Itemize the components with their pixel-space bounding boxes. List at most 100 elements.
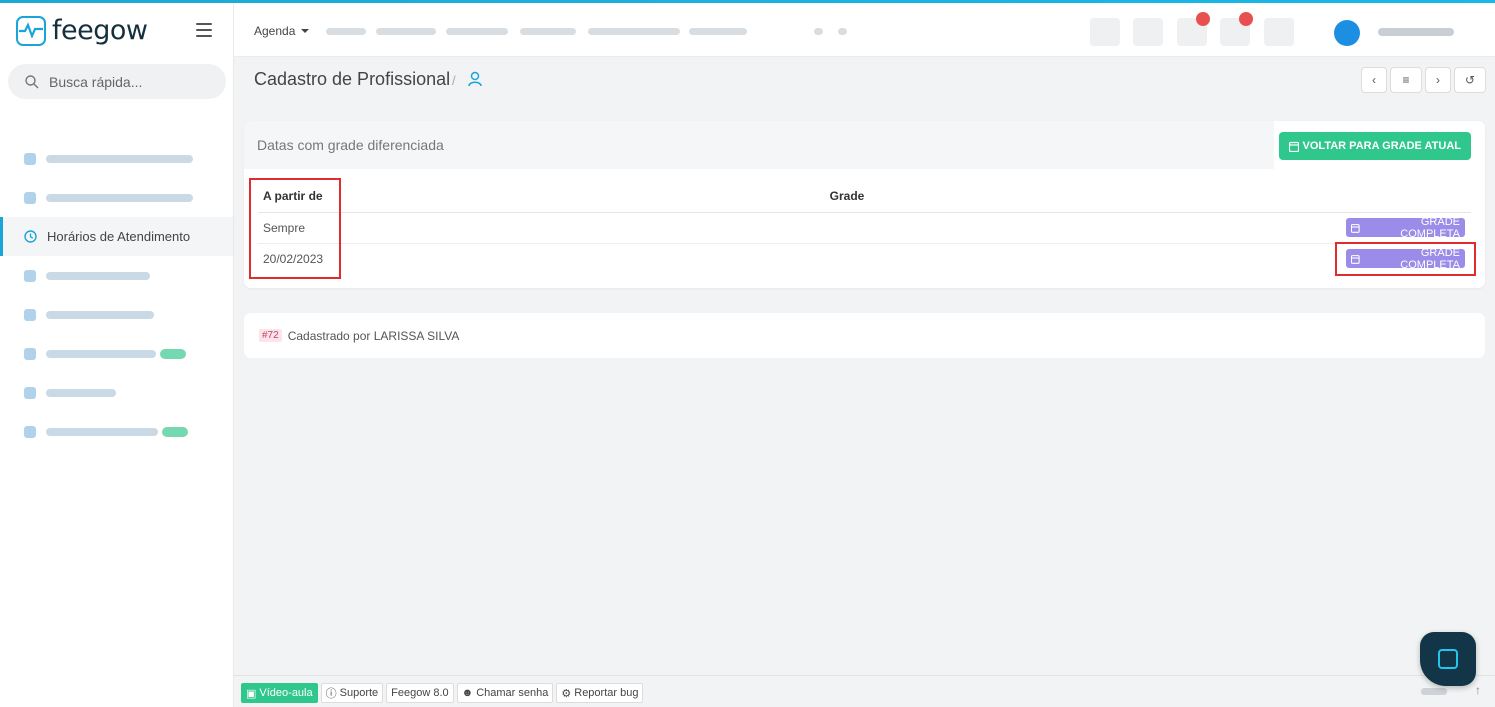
integration-icon xyxy=(24,347,36,360)
next-button[interactable]: › xyxy=(1425,67,1451,93)
sidebar-item-horarios[interactable]: Horários de Atendimento xyxy=(0,217,233,256)
search-placeholder: Busca rápida... xyxy=(49,73,143,90)
video-aula-button[interactable]: ▣ Vídeo-aula xyxy=(241,683,318,703)
heartbeat-logo-icon xyxy=(16,15,46,46)
feegow-logo[interactable]: feegow xyxy=(16,15,148,46)
version-text: Feegow 8.0 xyxy=(391,687,449,699)
grade-panel: Datas com grade diferenciada VOLTAR PARA… xyxy=(244,121,1485,288)
reportar-bug-button[interactable]: ⚙ Reportar bug xyxy=(556,683,644,703)
menu-item-blurred[interactable] xyxy=(446,28,508,35)
help-icon: ⓘ xyxy=(325,688,337,700)
record-info: #72 Cadastrado por LARISSA SILVA xyxy=(244,313,1485,358)
sidebar-item-label: Horários de Atendimento xyxy=(47,229,191,244)
google-icon xyxy=(24,308,36,321)
list-icon: ≡ xyxy=(1402,73,1410,87)
chamar-senha-label: Chamar senha xyxy=(476,687,549,699)
video-aula-label: Vídeo-aula xyxy=(259,687,313,699)
tool-button-5[interactable] xyxy=(1264,18,1294,46)
menu-item-blurred[interactable] xyxy=(838,28,847,35)
history-button[interactable]: ↺ xyxy=(1454,67,1486,93)
sidebar: feegow Busca rápida... Horários de Atend… xyxy=(0,3,234,707)
floating-action-button[interactable] xyxy=(1420,632,1476,686)
chamar-senha-button[interactable]: ☻ Chamar senha xyxy=(456,683,554,703)
search-icon xyxy=(25,74,39,88)
video-icon: ▣ xyxy=(246,687,257,700)
clock-icon xyxy=(24,230,37,243)
menu-item-blurred[interactable] xyxy=(588,28,680,35)
menu-item-blurred[interactable] xyxy=(689,28,747,35)
bug-icon: ⚙ xyxy=(561,687,572,700)
suporte-label: Suporte xyxy=(339,687,379,699)
menu-item-blurred[interactable] xyxy=(376,28,436,35)
new-badge xyxy=(160,348,186,359)
menu-agenda-label: Agenda xyxy=(254,24,296,38)
menu-item-blurred[interactable] xyxy=(814,28,823,35)
scroll-top-icon[interactable]: ↑ xyxy=(1469,683,1487,701)
tool-button-2[interactable] xyxy=(1133,18,1163,46)
sidebar-item-blurred-7[interactable] xyxy=(0,412,233,451)
avatar[interactable] xyxy=(1334,20,1360,46)
sidebar-item-blurred-4[interactable] xyxy=(0,295,233,334)
user-icon xyxy=(24,152,36,165)
grade-completa-label: GRADE COMPLETA xyxy=(1400,215,1460,240)
logo-text: feegow xyxy=(52,15,148,46)
footer: ▣ Vídeo-aula ⓘ Suporte Feegow 8.0 ☻ Chamar … xyxy=(234,675,1495,707)
search-input[interactable]: Busca rápida... xyxy=(8,64,226,99)
calendar-icon xyxy=(1351,223,1360,233)
calendar-icon xyxy=(1288,141,1299,152)
page-title: Cadastro de Profissional xyxy=(254,69,451,89)
highlight-box-date-column xyxy=(249,178,341,279)
alerts-button[interactable] xyxy=(1220,12,1253,46)
new-badge xyxy=(162,426,188,437)
column-header-grade: Grade xyxy=(348,181,1341,213)
tool-button-1[interactable] xyxy=(1090,18,1120,46)
grade-completa-button[interactable]: GRADE COMPLETA xyxy=(1346,215,1465,240)
share-icon xyxy=(24,425,36,438)
previous-button[interactable]: ‹ xyxy=(1361,67,1387,93)
sidebar-nav: Horários de Atendimento xyxy=(0,139,233,451)
key-icon xyxy=(24,269,36,282)
menu-item-blurred[interactable] xyxy=(326,28,366,35)
table-row: Sempre GRADE COMPLETA xyxy=(258,212,1471,244)
record-id-badge: #72 xyxy=(259,329,282,342)
menu-agenda[interactable]: Agenda xyxy=(254,24,310,38)
grade-table: A partir de Grade Sempre GRADE COMPLETA … xyxy=(258,181,1471,274)
chevron-left-icon: ‹ xyxy=(1372,73,1376,87)
panel-header: Datas com grade diferenciada VOLTAR PARA… xyxy=(244,121,1485,169)
sidebar-item-blurred-1[interactable] xyxy=(0,139,233,178)
history-icon: ↺ xyxy=(1464,73,1476,87)
chevron-right-icon: › xyxy=(1436,73,1440,87)
alert-badge xyxy=(1239,12,1253,26)
top-navigation: Agenda xyxy=(234,3,1495,57)
highlight-box-grade-button xyxy=(1335,242,1476,276)
footer-blurred-text xyxy=(1421,688,1447,695)
notification-badge xyxy=(1196,12,1210,26)
page-header: Cadastro de Profissional / ‹ ≡ › ↺ xyxy=(234,58,1495,104)
user-icon xyxy=(468,71,482,87)
table-header-row: A partir de Grade xyxy=(258,181,1471,213)
table-row: 20/02/2023 GRADE COMPLETA xyxy=(258,243,1471,274)
notifications-button[interactable] xyxy=(1177,12,1210,46)
stethoscope-icon xyxy=(24,191,36,204)
sidebar-item-blurred-6[interactable] xyxy=(0,373,233,412)
version-label: Feegow 8.0 xyxy=(386,683,454,703)
voltar-grade-atual-button[interactable]: VOLTAR PARA GRADE ATUAL xyxy=(1278,132,1471,160)
sidebar-item-blurred-2[interactable] xyxy=(0,178,233,217)
created-by-text: Cadastrado por LARISSA SILVA xyxy=(287,328,460,343)
menu-item-blurred[interactable] xyxy=(520,28,576,35)
chevron-down-icon xyxy=(301,29,310,33)
panel-title: Datas com grade diferenciada xyxy=(257,137,444,153)
record-navigation: ‹ ≡ › ↺ xyxy=(1361,67,1486,93)
reportar-bug-label: Reportar bug xyxy=(574,687,639,699)
chat-widget-icon xyxy=(1438,649,1458,669)
user-name-blurred[interactable] xyxy=(1378,28,1454,36)
sidebar-item-blurred-5[interactable] xyxy=(0,334,233,373)
list-button[interactable]: ≡ xyxy=(1390,67,1422,93)
permissions-icon xyxy=(24,386,36,399)
sidebar-item-blurred-3[interactable] xyxy=(0,256,233,295)
breadcrumb-separator: / xyxy=(452,73,456,88)
menu-toggle-icon[interactable] xyxy=(196,23,212,41)
users-icon: ☻ xyxy=(461,687,474,699)
suporte-button[interactable]: ⓘ Suporte xyxy=(320,683,384,703)
voltar-label: VOLTAR PARA GRADE ATUAL xyxy=(1302,140,1461,152)
